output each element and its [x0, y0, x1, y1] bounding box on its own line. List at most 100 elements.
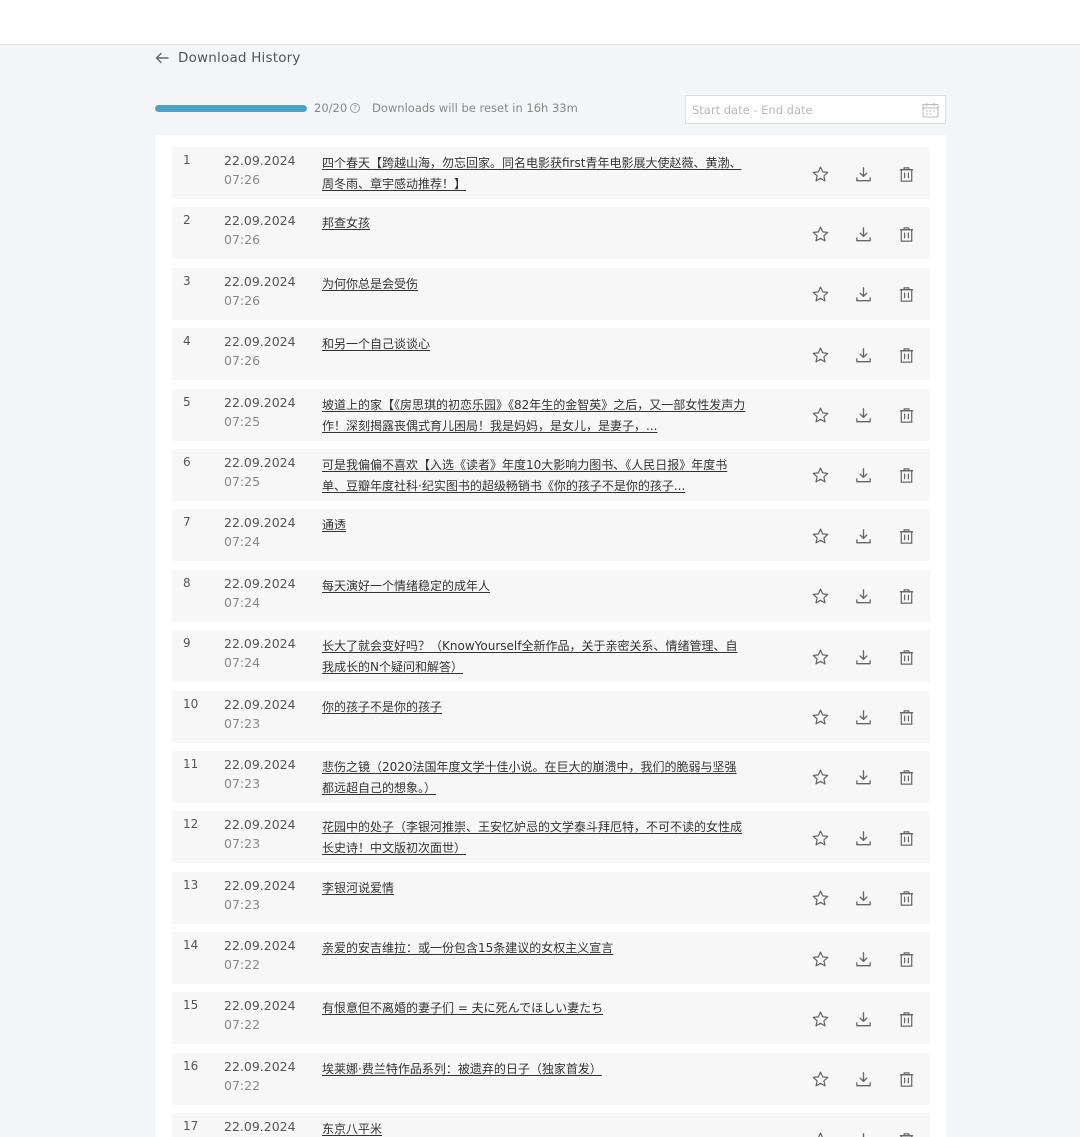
favorite-button[interactable] [810, 164, 830, 184]
history-list: 1 22.09.2024 07:26 四个春天【跨越山海，勿忘回家。同名电影获f… [172, 147, 930, 1137]
favorite-button[interactable] [810, 828, 830, 848]
delete-button[interactable] [896, 1009, 916, 1029]
delete-button[interactable] [896, 164, 916, 184]
delete-button[interactable] [896, 1130, 916, 1137]
download-button[interactable] [853, 647, 873, 667]
book-title-link[interactable]: 悲伤之镜（2020法国年度文学十佳小说。在巨大的崩溃中，我们的脆弱与坚强都远超自… [322, 757, 747, 799]
history-row[interactable]: 10 22.09.2024 07:23 你的孩子不是你的孩子 [172, 690, 930, 743]
history-row[interactable]: 16 22.09.2024 07:22 埃莱娜·费兰特作品系列：被遗弃的日子（独… [172, 1052, 930, 1105]
delete-button[interactable] [896, 708, 916, 728]
delete-button[interactable] [896, 285, 916, 305]
history-row[interactable]: 7 22.09.2024 07:24 通透 [172, 509, 930, 562]
book-title-link[interactable]: 坡道上的家【《房思琪的初恋乐园》《82年生的金智英》之后，又一部女性发声力作！深… [322, 395, 747, 437]
favorite-button[interactable] [810, 587, 830, 607]
favorite-button[interactable] [810, 1130, 830, 1137]
download-button[interactable] [853, 708, 873, 728]
calendar-icon[interactable] [922, 102, 939, 118]
row-time: 07:26 [224, 172, 261, 187]
favorite-button[interactable] [810, 708, 830, 728]
download-button[interactable] [853, 406, 873, 426]
back-arrow-icon[interactable] [155, 51, 169, 65]
download-button[interactable] [853, 889, 873, 909]
history-row[interactable]: 3 22.09.2024 07:26 为何你总是会受伤 [172, 267, 930, 320]
book-title-link[interactable]: 可是我偏偏不喜欢【入选《读者》年度10大影响力图书、《人民日报》年度书单、豆瓣年… [322, 455, 747, 497]
history-row[interactable]: 9 22.09.2024 07:24 长大了就会变好吗？（KnowYoursel… [172, 630, 930, 683]
favorite-button[interactable] [810, 526, 830, 546]
star-icon [812, 1071, 828, 1087]
help-icon[interactable]: ? [350, 103, 361, 113]
reset-notice: Downloads will be reset in 16h 33m [372, 101, 578, 115]
history-row[interactable]: 12 22.09.2024 07:23 花园中的处子（李银河推崇、王安忆妒忌的文… [172, 811, 930, 864]
book-title-link[interactable]: 有恨意但不离婚的妻子们 = 夫に死んでほしい妻たち [322, 998, 747, 1019]
favorite-button[interactable] [810, 345, 830, 365]
book-title-link[interactable]: 为何你总是会受伤 [322, 274, 747, 295]
delete-button[interactable] [896, 949, 916, 969]
download-button[interactable] [853, 1070, 873, 1090]
row-time: 07:23 [224, 775, 261, 791]
favorite-button[interactable] [810, 949, 830, 969]
history-row[interactable]: 15 22.09.2024 07:22 有恨意但不离婚的妻子们 = 夫に死んでほ… [172, 992, 930, 1045]
favorite-button[interactable] [810, 1070, 830, 1090]
history-row[interactable]: 5 22.09.2024 07:25 坡道上的家【《房思琪的初恋乐园》《82年生… [172, 388, 930, 441]
delete-button[interactable] [896, 647, 916, 667]
delete-button[interactable] [896, 889, 916, 909]
favorite-button[interactable] [810, 768, 830, 788]
star-icon [812, 467, 828, 483]
favorite-button[interactable] [810, 224, 830, 244]
download-button[interactable] [853, 345, 873, 365]
delete-button[interactable] [896, 406, 916, 426]
history-row[interactable]: 11 22.09.2024 07:23 悲伤之镜（2020法国年度文学十佳小说。… [172, 750, 930, 803]
download-button[interactable] [853, 526, 873, 546]
favorite-button[interactable] [810, 889, 830, 909]
book-title-link[interactable]: 通透 [322, 515, 747, 536]
row-number: 16 [183, 1058, 199, 1073]
download-button[interactable] [853, 1009, 873, 1029]
delete-button[interactable] [896, 768, 916, 788]
book-title-link[interactable]: 亲爱的安吉维拉：或一份包含15条建议的女权主义宣言 [322, 938, 747, 959]
history-row[interactable]: 4 22.09.2024 07:26 和另一个自己谈谈心 [172, 328, 930, 381]
download-button[interactable] [853, 224, 873, 244]
delete-button[interactable] [896, 1070, 916, 1090]
favorite-button[interactable] [810, 285, 830, 305]
favorite-button[interactable] [810, 466, 830, 486]
book-title-link[interactable]: 每天演好一个情绪稳定的成年人 [322, 576, 747, 597]
download-button[interactable] [853, 828, 873, 848]
book-title-link[interactable]: 四个春天【跨越山海，勿忘回家。同名电影获first青年电影展大使赵薇、黄渤、周冬… [322, 153, 747, 195]
delete-button[interactable] [896, 526, 916, 546]
download-button[interactable] [853, 768, 873, 788]
book-title-link[interactable]: 和另一个自己谈谈心 [322, 334, 747, 355]
back-link[interactable]: Download History [155, 47, 301, 69]
history-row[interactable]: 13 22.09.2024 07:23 李银河说爱情 [172, 871, 930, 924]
book-title-link[interactable]: 邦查女孩 [322, 213, 747, 234]
book-title-link[interactable]: 你的孩子不是你的孩子 [322, 697, 747, 718]
date-range-picker[interactable]: Start date - End date [685, 95, 946, 124]
star-icon [812, 1011, 828, 1027]
history-row[interactable]: 1 22.09.2024 07:26 四个春天【跨越山海，勿忘回家。同名电影获f… [172, 147, 930, 199]
download-button[interactable] [853, 587, 873, 607]
download-button[interactable] [853, 1130, 873, 1137]
history-row[interactable]: 14 22.09.2024 07:22 亲爱的安吉维拉：或一份包含15条建议的女… [172, 932, 930, 985]
book-title-link[interactable]: 长大了就会变好吗？（KnowYourself全新作品，关于亲密关系、情绪管理、自… [322, 636, 747, 678]
download-icon [855, 710, 871, 725]
book-title-link[interactable]: 花园中的处子（李银河推崇、王安忆妒忌的文学泰斗拜厄特，不可不读的女性成长史诗！中… [322, 817, 747, 859]
delete-button[interactable] [896, 587, 916, 607]
download-button[interactable] [853, 949, 873, 969]
favorite-button[interactable] [810, 647, 830, 667]
download-button[interactable] [853, 285, 873, 305]
book-title-link[interactable]: 埃莱娜·费兰特作品系列：被遗弃的日子（独家首发） [322, 1059, 747, 1080]
history-row[interactable]: 6 22.09.2024 07:25 可是我偏偏不喜欢【入选《读者》年度10大影… [172, 448, 930, 501]
history-row[interactable]: 8 22.09.2024 07:24 每天演好一个情绪稳定的成年人 [172, 569, 930, 622]
delete-button[interactable] [896, 345, 916, 365]
delete-button[interactable] [896, 466, 916, 486]
history-row[interactable]: 2 22.09.2024 07:26 邦查女孩 [172, 207, 930, 260]
delete-button[interactable] [896, 828, 916, 848]
download-button[interactable] [853, 466, 873, 486]
history-row[interactable]: 17 22.09.2024 东京八平米 [172, 1113, 930, 1137]
download-button[interactable] [853, 164, 873, 184]
book-title-link[interactable]: 李银河说爱情 [322, 878, 747, 899]
favorite-button[interactable] [810, 406, 830, 426]
book-title-link[interactable]: 东京八平米 [322, 1119, 747, 1137]
delete-button[interactable] [896, 224, 916, 244]
favorite-button[interactable] [810, 1009, 830, 1029]
download-icon [855, 891, 871, 906]
